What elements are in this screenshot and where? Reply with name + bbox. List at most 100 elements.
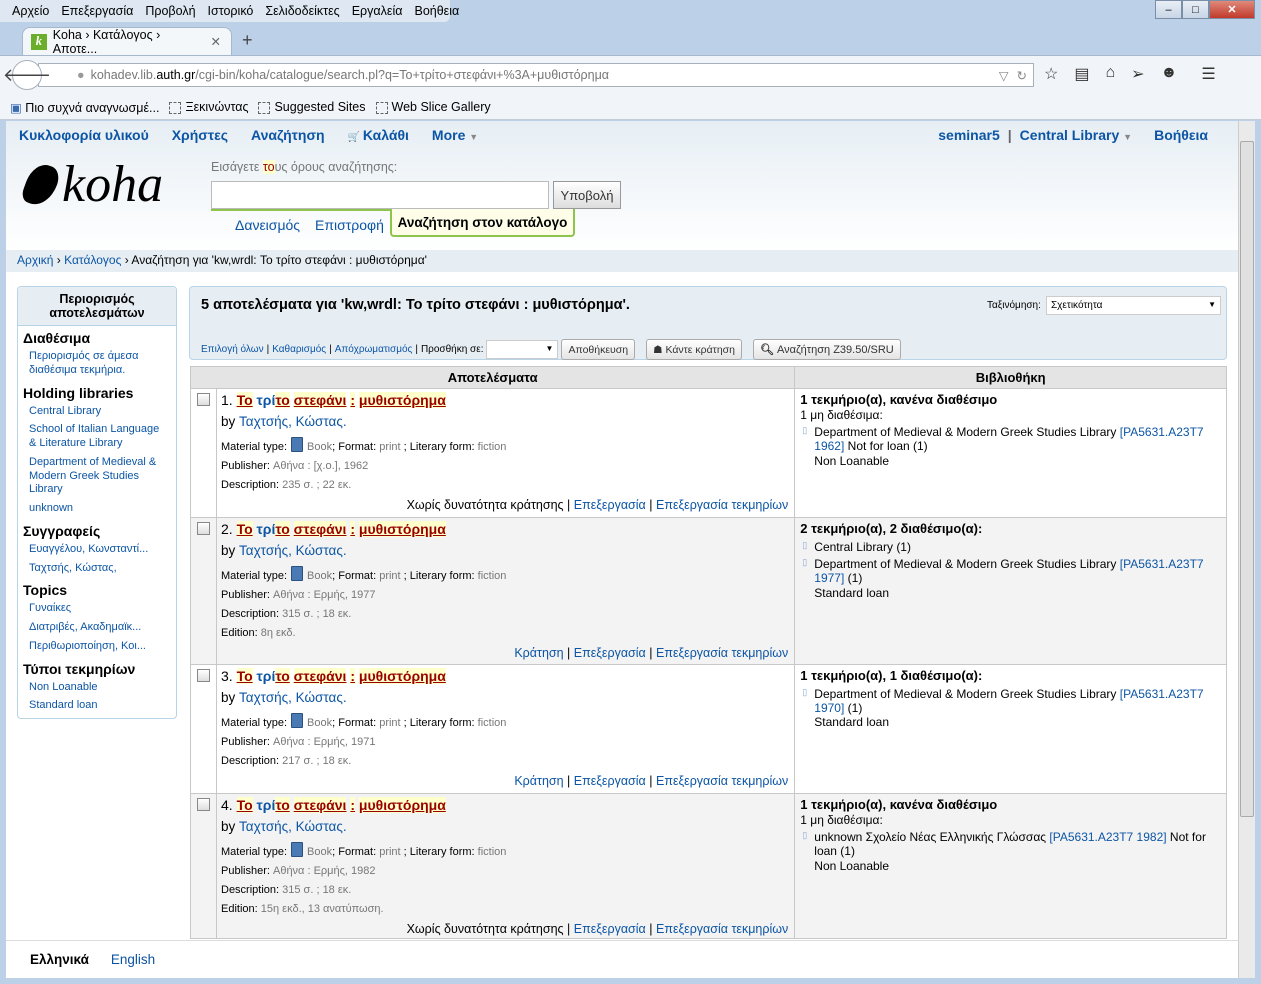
author-link[interactable]: Ταχτσής, Κώστας. xyxy=(239,690,347,705)
submit-button[interactable]: Υποβολή xyxy=(553,181,621,209)
holding-library: Central Library (1) xyxy=(814,539,911,554)
result-checkbox[interactable] xyxy=(197,393,210,406)
breadcrumb-catalog[interactable]: Κατάλογος xyxy=(64,253,121,267)
language-english[interactable]: English xyxy=(111,952,155,967)
menu-view[interactable]: Προβολή xyxy=(139,0,201,22)
menu-edit[interactable]: Επεξεργασία xyxy=(55,0,139,22)
back-button[interactable]: 🡐 xyxy=(3,60,51,90)
dropdown-icon[interactable]: ▽ xyxy=(999,68,1009,83)
facet-link[interactable]: School of Italian Language & Literature … xyxy=(18,421,176,454)
close-tab-icon[interactable]: ✕ xyxy=(211,34,221,49)
bookmark-web-slice-gallery[interactable]: Web Slice Gallery xyxy=(375,100,491,114)
library-dropdown[interactable]: Central Library ▼ xyxy=(1020,127,1132,143)
menu-icon[interactable]: ☰ xyxy=(1201,64,1215,84)
tab-checkin[interactable]: Επιστροφή xyxy=(315,217,384,233)
facet-link[interactable]: Ευαγγέλου, Κωνσταντί... xyxy=(18,541,176,560)
facet-link[interactable]: unknown xyxy=(18,500,176,519)
bookmark-suggested-sites[interactable]: Suggested Sites xyxy=(258,100,366,114)
author-link[interactable]: Ταχτσής, Κώστας. xyxy=(239,414,347,429)
result-title-link[interactable]: Το τρίτο στεφάνι : μυθιστόρημα xyxy=(236,521,446,537)
select-all-link[interactable]: Επιλογή όλων xyxy=(201,344,264,355)
edit-record-link[interactable]: Επεξεργασία xyxy=(574,498,646,512)
edition-value: 8η εκδ. xyxy=(260,627,296,639)
reload-icon[interactable]: ↻ xyxy=(1017,68,1027,83)
address-bar[interactable]: ● kohadev.lib.auth.gr/cgi-bin/koha/catal… xyxy=(38,63,1034,87)
vertical-scrollbar[interactable] xyxy=(1238,121,1255,978)
result-checkbox[interactable] xyxy=(197,669,210,682)
edit-record-link[interactable]: Επεξεργασία xyxy=(574,646,646,660)
bookmark-most-visited[interactable]: ▣ Πιο συχνά αναγνωσμέ... xyxy=(10,100,159,115)
browser-tab[interactable]: k Koha › Κατάλογος › Αποτε... ✕ xyxy=(22,27,232,56)
facet-link[interactable]: Ταχτσής, Κώστας, xyxy=(18,560,176,579)
edit-items-link[interactable]: Επεξεργασία τεκμηρίων xyxy=(656,774,788,788)
facet-link[interactable]: Γυναίκες xyxy=(18,600,176,619)
hold-link[interactable]: Κράτηση xyxy=(514,646,563,660)
catalog-search-input[interactable] xyxy=(211,181,549,209)
call-number-link[interactable]: [PA5631.A23T7 1982] xyxy=(1049,830,1166,844)
result-title-link[interactable]: Το τρίτο στεφάνι : μυθιστόρημα xyxy=(236,797,446,813)
sort-select[interactable]: Σχετικότητα xyxy=(1046,296,1221,315)
help-link[interactable]: Βοήθεια xyxy=(1154,127,1208,143)
nav-cart[interactable]: 🛒 Καλάθι xyxy=(348,127,409,143)
koha-logo[interactable]: koha xyxy=(19,155,163,214)
user-link[interactable]: seminar5 xyxy=(938,127,999,143)
result-title-link[interactable]: Το τρίτο στεφάνι : μυθιστόρημα xyxy=(236,668,446,684)
maximize-button[interactable]: □ xyxy=(1182,0,1209,19)
facet-link[interactable]: Περιορισμός σε άμεσα διαθέσιμα τεκμήρια. xyxy=(18,348,176,381)
close-window-button[interactable]: ✕ xyxy=(1209,0,1255,19)
description-label: Description: xyxy=(221,479,280,491)
author-link[interactable]: Ταχτσής, Κώστας. xyxy=(239,543,347,558)
title-segment: το xyxy=(275,797,290,813)
hold-link[interactable]: Κράτηση xyxy=(514,774,563,788)
facet-link[interactable]: Department of Medieval & Modern Greek St… xyxy=(18,454,176,500)
facet-link[interactable]: Central Library xyxy=(18,403,176,422)
search-label: Εισάγετε τους όρους αναζήτησης: xyxy=(211,160,398,174)
menu-history[interactable]: Ιστορικό xyxy=(202,0,260,22)
reading-list-icon[interactable]: ▤ xyxy=(1074,64,1089,84)
bookmark-getting-started[interactable]: Ξεκινώντας xyxy=(169,100,248,114)
hold-icon: ☗ xyxy=(653,343,666,356)
facet-link[interactable]: Standard loan xyxy=(18,697,176,716)
edit-items-link[interactable]: Επεξεργασία τεκμηρίων xyxy=(656,922,788,936)
menu-file[interactable]: Αρχείο xyxy=(6,0,55,22)
nav-circulation[interactable]: Κυκλοφορία υλικού xyxy=(19,127,149,143)
format-value: print xyxy=(379,570,401,582)
scrollbar-thumb[interactable] xyxy=(1240,141,1254,817)
nav-more[interactable]: More ▼ xyxy=(432,127,478,143)
edit-items-link[interactable]: Επεξεργασία τεκμηρίων xyxy=(656,646,788,660)
smiley-icon[interactable]: ☻ xyxy=(1161,64,1178,84)
menu-bookmarks[interactable]: Σελιδοδείκτες xyxy=(259,0,345,22)
tab-checkout[interactable]: Δανεισμός xyxy=(235,217,300,233)
breadcrumb-home[interactable]: Αρχική xyxy=(17,253,53,267)
edit-record-link[interactable]: Επεξεργασία xyxy=(574,922,646,936)
result-title-link[interactable]: Το τρίτο στεφάνι : μυθιστόρημα xyxy=(236,392,446,408)
nav-search[interactable]: Αναζήτηση xyxy=(251,127,325,143)
nav-patrons[interactable]: Χρήστες xyxy=(172,127,228,143)
place-hold-button[interactable]: ☗ Κάντε κράτηση xyxy=(646,339,742,360)
author-link[interactable]: Ταχτσής, Κώστας. xyxy=(239,819,347,834)
facet-link[interactable]: Non Loanable xyxy=(18,679,176,698)
home-icon[interactable]: ⌂ xyxy=(1105,64,1115,84)
save-button[interactable]: Αποθήκευση xyxy=(561,339,636,360)
facet-link[interactable]: Περιθωριοποίηση, Κοι... xyxy=(18,638,176,657)
tab-catalog-search[interactable]: Αναζήτηση στον κατάλογο xyxy=(390,209,575,237)
star-icon[interactable]: ☆ xyxy=(1044,64,1058,84)
column-header-library: Βιβλιοθήκη xyxy=(794,366,1227,389)
literary-label: Literary form: xyxy=(409,441,475,453)
clear-all-link[interactable]: Καθαρισμός xyxy=(272,344,326,355)
edit-items-link[interactable]: Επεξεργασία τεκμηρίων xyxy=(656,498,788,512)
menu-help[interactable]: Βοήθεια xyxy=(408,0,465,22)
menu-bar: Αρχείο Επεξεργασία Προβολή Ιστορικό Σελι… xyxy=(0,0,459,22)
new-tab-button[interactable]: + xyxy=(242,30,253,51)
result-checkbox[interactable] xyxy=(197,522,210,535)
add-to-select[interactable] xyxy=(486,340,559,359)
minimize-button[interactable]: – xyxy=(1155,0,1182,19)
edit-record-link[interactable]: Επεξεργασία xyxy=(574,774,646,788)
result-checkbox[interactable] xyxy=(197,798,210,811)
facet-link[interactable]: Διατριβές, Ακαδημαϊκ... xyxy=(18,619,176,638)
title-segment: τρί xyxy=(252,521,276,537)
menu-tools[interactable]: Εργαλεία xyxy=(346,0,409,22)
send-icon[interactable]: ➢ xyxy=(1131,64,1144,84)
unhighlight-link[interactable]: Απόχρωματισμός xyxy=(335,344,413,355)
z3950-search-button[interactable]: 🔍︎ Αναζήτηση Z39.50/SRU xyxy=(752,339,901,360)
